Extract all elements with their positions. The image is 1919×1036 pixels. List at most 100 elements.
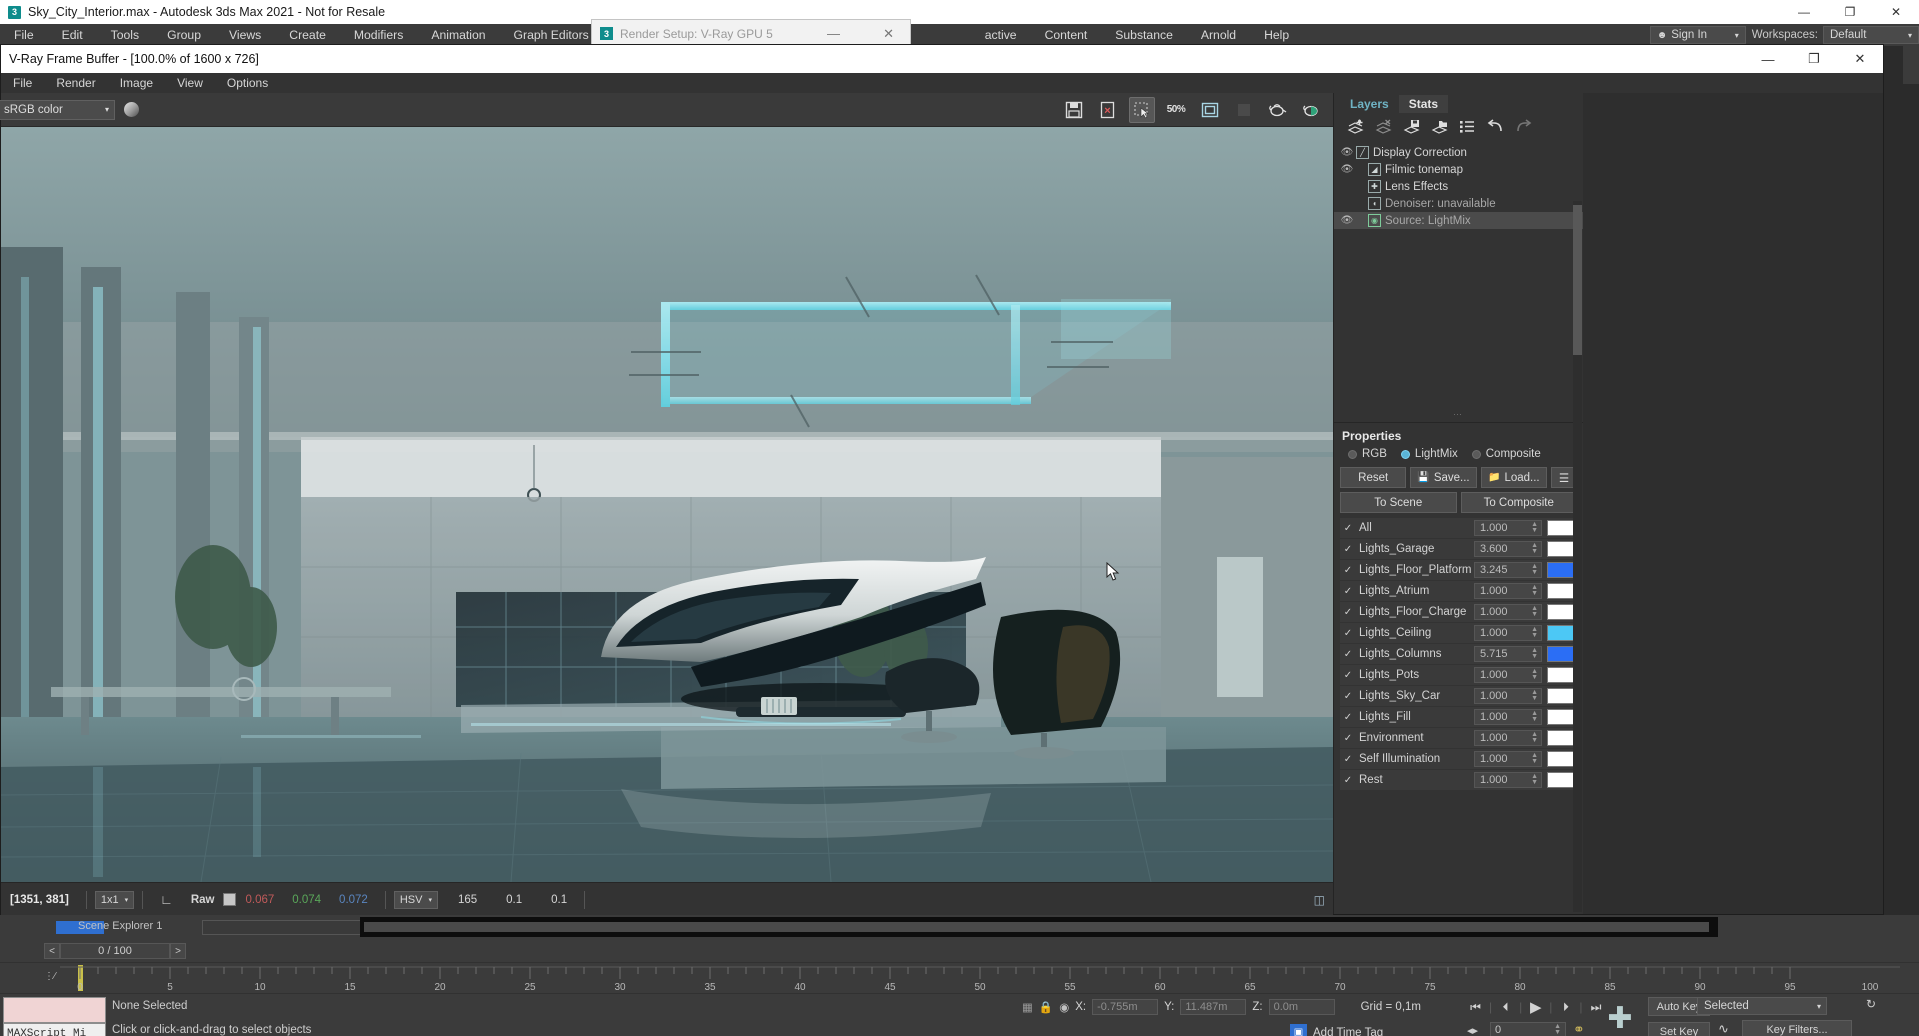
vfb-menu-render[interactable]: Render [44,73,107,93]
checkbox[interactable]: ✓ [1340,628,1356,639]
key-tangent-icon[interactable]: ∿ [1718,1021,1729,1036]
lightmix-color-swatch[interactable] [1547,646,1575,662]
add-time-tag[interactable]: ▣ Add Time Tag [1290,1024,1383,1036]
color-model-select[interactable]: HSV ▾ [394,891,438,909]
vfb-menu-options[interactable]: Options [215,73,280,93]
lightmix-value-spinner[interactable]: 5.715 ▲▼ [1474,646,1542,662]
spinner-arrows-icon[interactable]: ▲▼ [1531,648,1538,660]
lightmix-row-lights-ceiling[interactable]: ✓ Lights_Ceiling 1.000 ▲▼ [1340,623,1579,643]
add-layer-icon[interactable] [1346,118,1365,137]
next-frame-icon[interactable]: ⏵ [1555,998,1576,1016]
vfb-menu-file[interactable]: File [1,73,44,93]
layer-presets-icon[interactable] [1458,118,1477,137]
zoom-level-icon[interactable]: 50% [1163,97,1189,123]
radio-composite[interactable]: Composite [1472,448,1541,460]
spinner-arrows-icon[interactable]: ▲▼ [1531,711,1538,723]
spinner-arrows-icon[interactable]: ▲▼ [1531,753,1538,765]
lightmix-row-lights-columns[interactable]: ✓ Lights_Columns 5.715 ▲▼ [1340,644,1579,664]
spinner-arrows-icon[interactable]: ▲▼ [1531,627,1538,639]
spinner-arrows-icon[interactable]: ▲▼ [1531,732,1538,744]
menu-item-tools[interactable]: Tools [97,24,153,46]
z-field[interactable]: 0.0m [1269,999,1335,1015]
undo-icon[interactable] [1486,118,1505,137]
lightmix-value-spinner[interactable]: 1.000 ▲▼ [1474,751,1542,767]
key-mode-toggle-icon[interactable]: ⚭ [1573,1021,1585,1036]
menu-item-content[interactable]: Content [1031,24,1102,46]
to-scene-button[interactable]: To Scene [1340,492,1457,513]
spinner-arrows-icon[interactable]: ▲▼ [1531,690,1538,702]
render-setup-close[interactable]: ✕ [883,26,894,42]
menu-item-arnold[interactable]: Arnold [1187,24,1250,46]
lightmix-color-swatch[interactable] [1547,583,1575,599]
lightmix-value-spinner[interactable]: 1.000 ▲▼ [1474,730,1542,746]
current-frame-field[interactable]: 0 ▲▼ [1490,1022,1566,1036]
spinner-arrows-icon[interactable]: ▲▼ [1554,1024,1565,1036]
visibility-eye-icon[interactable]: 👁 [1338,164,1356,175]
spinner-arrows-icon[interactable]: ▲▼ [1531,543,1538,555]
load-layers-icon[interactable] [1430,118,1449,137]
save-layers-icon[interactable] [1402,118,1421,137]
lightmix-value-spinner[interactable]: 1.000 ▲▼ [1474,709,1542,725]
tab-stats[interactable]: Stats [1399,95,1448,113]
radio-lightmix[interactable]: LightMix [1401,448,1458,460]
lightmix-color-swatch[interactable] [1547,688,1575,704]
lightmix-row-lights-floor-platform[interactable]: ✓ Lights_Floor_Platform 3.245 ▲▼ [1340,560,1579,580]
spinner-arrows-icon[interactable]: ▲▼ [1531,669,1538,681]
layer-row-display-correction[interactable]: 👁 ╱ Display Correction [1334,144,1583,161]
vfb-close-button[interactable]: ✕ [1837,45,1883,73]
x-field[interactable]: -0.755m [1092,999,1158,1015]
lightmix-value-spinner[interactable]: 1.000 ▲▼ [1474,625,1542,641]
lightmix-value-spinner[interactable]: 1.000 ▲▼ [1474,604,1542,620]
menu-item-help[interactable]: Help [1250,24,1303,46]
lightmix-color-swatch[interactable] [1547,562,1575,578]
teapot-preview-icon[interactable] [1265,97,1291,123]
checkbox[interactable]: ✓ [1340,691,1356,702]
checkbox[interactable]: ✓ [1340,586,1356,597]
checkbox[interactable]: ✓ [1340,523,1356,534]
panel-resize-grip[interactable]: ⋯ [1453,409,1464,420]
y-field[interactable]: 11.487m [1180,999,1246,1015]
spinner-arrows-icon[interactable]: ▲▼ [1531,606,1538,618]
lightmix-row-lights-atrium[interactable]: ✓ Lights_Atrium 1.000 ▲▼ [1340,581,1579,601]
save-button[interactable]: 💾 Save... [1410,467,1476,488]
spinner-arrows-icon[interactable]: ▲▼ [1531,774,1538,786]
key-filters-button[interactable]: Key Filters... [1742,1020,1852,1036]
layer-row-denoiser[interactable]: ◖ Denoiser: unavailable [1334,195,1583,212]
checkbox[interactable]: ✓ [1340,733,1356,744]
curve-icon[interactable]: ∟ [151,892,182,907]
lightmix-row-lights-sky-car[interactable]: ✓ Lights_Sky_Car 1.000 ▲▼ [1340,686,1579,706]
render-setup-minimize[interactable]: — [827,26,840,41]
scrollbar-thumb[interactable] [1573,205,1582,355]
add-key-icon[interactable]: ✚ [1602,1000,1638,1036]
lightmix-value-spinner[interactable]: 3.600 ▲▼ [1474,541,1542,557]
radio-rgb[interactable]: RGB [1348,448,1387,460]
visibility-eye-icon[interactable]: 👁 [1338,147,1356,158]
lightmix-value-spinner[interactable]: 1.000 ▲▼ [1474,583,1542,599]
lightmix-color-swatch[interactable] [1547,772,1575,788]
reset-button[interactable]: Reset [1340,467,1406,488]
menu-item-file[interactable]: File [0,24,48,46]
clear-image-icon[interactable]: × [1095,97,1121,123]
fit-to-window-icon[interactable] [1197,97,1223,123]
menu-item-substance[interactable]: Substance [1101,24,1187,46]
menu-item-interactive[interactable]: active [971,24,1031,46]
lightmix-color-swatch[interactable] [1547,520,1575,536]
maxscript-mini-listener[interactable]: MAXScript Mi [3,1023,106,1036]
to-composite-button[interactable]: To Composite [1461,492,1578,513]
layer-row-lens-effects[interactable]: ✚ Lens Effects [1334,178,1583,195]
menu-item-animation[interactable]: Animation [417,24,499,46]
play-animation-icon[interactable]: ▶ [1525,998,1546,1016]
spinner-arrows-icon[interactable]: ▲▼ [1531,564,1538,576]
lightmix-value-spinner[interactable]: 1.000 ▲▼ [1474,772,1542,788]
lightmix-value-spinner[interactable]: 1.000 ▲▼ [1474,520,1542,536]
lightmix-color-swatch[interactable] [1547,730,1575,746]
checkbox[interactable]: ✓ [1340,670,1356,681]
lightmix-row-lights-pots[interactable]: ✓ Lights_Pots 1.000 ▲▼ [1340,665,1579,685]
frame-counter[interactable]: 0 / 100 [60,943,170,959]
lightmix-color-swatch[interactable] [1547,604,1575,620]
checkbox[interactable]: ✓ [1340,754,1356,765]
vfb-menu-view[interactable]: View [165,73,215,93]
checkbox[interactable]: ✓ [1340,607,1356,618]
maxscript-listener-box[interactable] [3,997,106,1023]
menu-item-create[interactable]: Create [275,24,340,46]
